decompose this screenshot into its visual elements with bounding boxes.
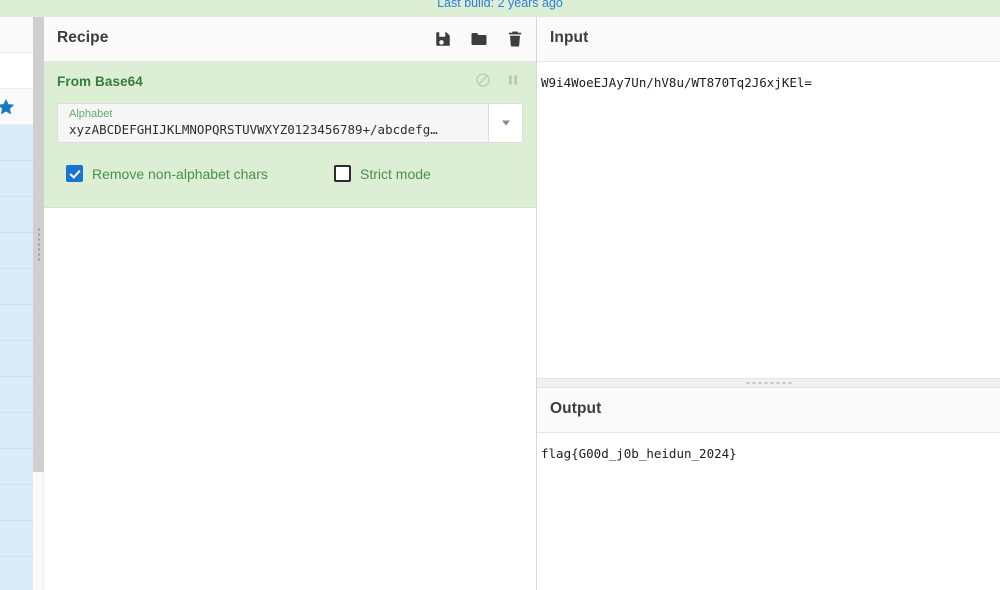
remove-non-alphabet-chars-checkbox[interactable]: Remove non-alphabet chars bbox=[66, 165, 268, 182]
recipe-pane: Recipe From Base64 Alphabet xyzABCDEFGHI… bbox=[44, 17, 537, 590]
list-item[interactable] bbox=[0, 269, 33, 305]
list-item[interactable] bbox=[0, 485, 33, 521]
alphabet-argument: Alphabet xyzABCDEFGHIJKLMNOPQRSTUVWXYZ01… bbox=[57, 103, 523, 143]
list-item[interactable] bbox=[0, 161, 33, 197]
star-icon bbox=[0, 97, 16, 117]
input-textarea[interactable]: W9i4WoeEJAy7Un/hV8u/WT870Tq2J6xjKEl= bbox=[537, 62, 1000, 91]
io-column: Input W9i4WoeEJAy7Un/hV8u/WT870Tq2J6xjKE… bbox=[537, 17, 1000, 590]
operation-checkboxes: Remove non-alphabet chars Strict mode bbox=[57, 165, 523, 187]
input-title-bar: Input bbox=[537, 17, 1000, 62]
alphabet-input[interactable]: Alphabet xyzABCDEFGHIJKLMNOPQRSTUVWXYZ01… bbox=[57, 103, 488, 143]
list-item[interactable] bbox=[0, 521, 33, 557]
list-item[interactable] bbox=[0, 557, 33, 590]
operation-from-base64[interactable]: From Base64 Alphabet xyzABCDEFGHIJKLMNOP… bbox=[44, 62, 536, 208]
input-body[interactable]: W9i4WoeEJAy7Un/hV8u/WT870Tq2J6xjKEl= bbox=[537, 62, 1000, 378]
last-build-banner: Last build: 2 years ago bbox=[0, 0, 1000, 17]
recipe-drop-area[interactable] bbox=[44, 208, 536, 562]
checkbox-checked-icon bbox=[66, 165, 83, 182]
operation-title: From Base64 bbox=[57, 74, 143, 89]
output-body[interactable]: flag{G00d_j0b_heidun_2024} bbox=[537, 433, 1000, 590]
list-item[interactable] bbox=[0, 341, 33, 377]
list-item[interactable] bbox=[0, 305, 33, 341]
list-item[interactable] bbox=[0, 377, 33, 413]
clear-recipe-icon[interactable] bbox=[506, 30, 524, 48]
io-splitter[interactable] bbox=[537, 378, 1000, 388]
list-item[interactable] bbox=[0, 53, 33, 89]
output-title-bar: Output bbox=[537, 388, 1000, 433]
list-item[interactable] bbox=[0, 17, 33, 53]
recipe-splitter[interactable] bbox=[33, 17, 44, 472]
recipe-title-bar: Recipe bbox=[44, 17, 536, 62]
last-build-text: Last build: 2 years ago bbox=[437, 0, 563, 10]
input-pane: Input W9i4WoeEJAy7Un/hV8u/WT870Tq2J6xjKE… bbox=[537, 17, 1000, 378]
set-breakpoint-icon[interactable] bbox=[505, 72, 521, 88]
save-recipe-icon[interactable] bbox=[434, 30, 452, 48]
input-title: Input bbox=[550, 29, 589, 46]
list-item[interactable] bbox=[0, 413, 33, 449]
list-item[interactable] bbox=[0, 449, 33, 485]
splitter-grip-icon bbox=[744, 381, 793, 385]
recipe-toolbar bbox=[434, 17, 524, 61]
splitter-grip-icon bbox=[37, 226, 40, 263]
checkbox-unchecked-icon bbox=[334, 165, 351, 182]
output-text: flag{G00d_j0b_heidun_2024} bbox=[541, 446, 737, 461]
cyberchef-app: Last build: 2 years ago Recipe From Base… bbox=[0, 0, 1000, 590]
operations-list[interactable] bbox=[0, 17, 34, 590]
output-pane: Output flag{G00d_j0b_heidun_2024} bbox=[537, 388, 1000, 590]
list-item[interactable] bbox=[0, 125, 33, 161]
disable-operation-icon[interactable] bbox=[475, 72, 491, 88]
alphabet-value: xyzABCDEFGHIJKLMNOPQRSTUVWXYZ0123456789+… bbox=[69, 122, 438, 137]
chevron-down-icon bbox=[501, 120, 510, 126]
remove-non-alphabet-chars-label: Remove non-alphabet chars bbox=[92, 165, 268, 182]
list-item-favourites[interactable] bbox=[0, 89, 33, 125]
strict-mode-label: Strict mode bbox=[360, 165, 431, 182]
recipe-splitter-tail bbox=[33, 472, 44, 590]
operation-controls bbox=[475, 72, 521, 88]
list-item[interactable] bbox=[0, 233, 33, 269]
strict-mode-checkbox[interactable]: Strict mode bbox=[334, 165, 431, 182]
list-item[interactable] bbox=[0, 197, 33, 233]
alphabet-label: Alphabet bbox=[69, 108, 113, 120]
recipe-title: Recipe bbox=[57, 29, 109, 46]
load-recipe-icon[interactable] bbox=[470, 30, 488, 48]
output-title: Output bbox=[550, 400, 602, 417]
alphabet-dropdown-button[interactable] bbox=[488, 103, 523, 143]
